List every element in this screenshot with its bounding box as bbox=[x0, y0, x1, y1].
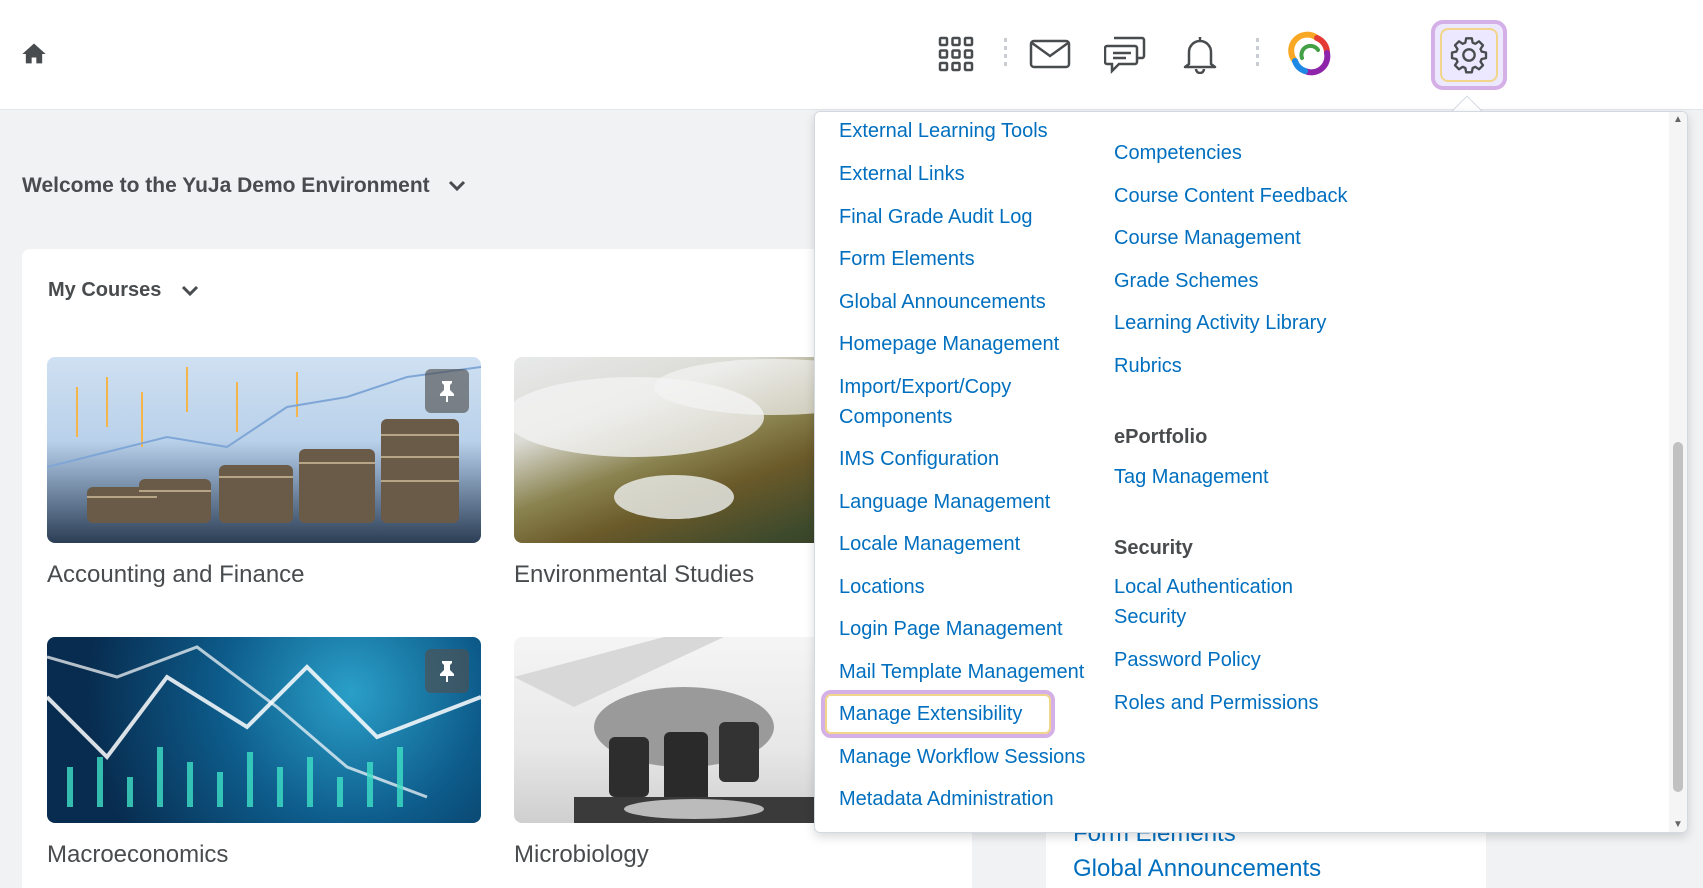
menu-link-locale-management[interactable]: Locale Management bbox=[839, 529, 1020, 559]
welcome-title: Welcome to the YuJa Demo Environment bbox=[22, 174, 430, 197]
mail-icon[interactable] bbox=[1026, 30, 1074, 78]
course-image bbox=[47, 637, 481, 823]
header-separator bbox=[1004, 38, 1007, 70]
course-tile[interactable]: Macroeconomics bbox=[47, 637, 481, 869]
pin-icon[interactable] bbox=[425, 649, 469, 693]
menu-link-local-authentication[interactable]: Local Authentication bbox=[1114, 572, 1293, 602]
chat-icon[interactable] bbox=[1101, 30, 1149, 78]
gear-icon bbox=[1450, 37, 1488, 74]
menu-link-password-policy[interactable]: Password Policy bbox=[1114, 645, 1261, 675]
menu-link-language-management[interactable]: Language Management bbox=[839, 487, 1050, 517]
menu-link-homepage-management[interactable]: Homepage Management bbox=[839, 329, 1059, 359]
menu-link-final-grade-audit-log[interactable]: Final Grade Audit Log bbox=[839, 202, 1032, 232]
header-separator bbox=[1256, 38, 1259, 70]
menu-link-manage-workflow-sessions[interactable]: Manage Workflow Sessions bbox=[839, 742, 1085, 772]
dropdown-scrollbar[interactable]: ▲ ▼ bbox=[1669, 112, 1687, 832]
bell-icon[interactable] bbox=[1176, 30, 1224, 78]
menu-link-course-content-feedback[interactable]: Course Content Feedback bbox=[1114, 181, 1347, 211]
menu-link-grade-schemes[interactable]: Grade Schemes bbox=[1114, 266, 1259, 296]
menu-link-ims-configuration[interactable]: IMS Configuration bbox=[839, 444, 999, 474]
eportfolio-heading: ePortfolio bbox=[1114, 426, 1208, 448]
course-image bbox=[47, 357, 481, 543]
menu-link-metadata-administration[interactable]: Metadata Administration bbox=[839, 784, 1054, 814]
scrollbar-thumb[interactable] bbox=[1673, 442, 1683, 792]
menu-link-form-elements[interactable]: Form Elements bbox=[839, 244, 975, 274]
pin-icon[interactable] bbox=[425, 369, 469, 413]
menu-link-import-export-copy-components[interactable]: Components bbox=[839, 402, 952, 432]
menu-link-roles-and-permissions[interactable]: Roles and Permissions bbox=[1114, 688, 1319, 718]
menu-link-manage-extensibility[interactable]: Manage Extensibility bbox=[839, 699, 1022, 729]
menu-link-learning-activity-library[interactable]: Learning Activity Library bbox=[1114, 308, 1326, 338]
yuja-logo-icon[interactable] bbox=[1286, 30, 1334, 78]
course-tile[interactable]: Accounting and Finance bbox=[47, 357, 481, 589]
home-icon[interactable] bbox=[20, 40, 48, 68]
menu-link-login-page-management[interactable]: Login Page Management bbox=[839, 614, 1063, 644]
org-homepage-title[interactable]: Welcome to the YuJa Demo Environment bbox=[22, 174, 466, 198]
my-courses-header[interactable]: My Courses bbox=[48, 279, 199, 302]
scroll-up-arrow[interactable]: ▲ bbox=[1673, 114, 1683, 125]
course-name[interactable]: Accounting and Finance bbox=[47, 561, 481, 589]
course-name[interactable]: Microbiology bbox=[514, 841, 948, 869]
menu-link-import-export-copy[interactable]: Import/Export/Copy bbox=[839, 372, 1011, 402]
course-name[interactable]: Macroeconomics bbox=[47, 841, 481, 869]
menu-link-competencies[interactable]: Competencies bbox=[1114, 138, 1242, 168]
menu-link-mail-template-management[interactable]: Mail Template Management bbox=[839, 657, 1084, 687]
menu-link-tag-management[interactable]: Tag Management bbox=[1114, 462, 1269, 492]
menu-link-course-management[interactable]: Course Management bbox=[1114, 223, 1301, 253]
menu-link-global-announcements[interactable]: Global Announcements bbox=[839, 287, 1046, 317]
scroll-down-arrow[interactable]: ▼ bbox=[1673, 819, 1683, 830]
menu-link-rubrics[interactable]: Rubrics bbox=[1114, 351, 1182, 381]
my-courses-title: My Courses bbox=[48, 279, 162, 301]
admin-tools-button[interactable] bbox=[1431, 20, 1507, 90]
behind-link-global-announcements[interactable]: Global Announcements bbox=[1073, 855, 1321, 883]
chevron-down-icon bbox=[182, 285, 199, 296]
menu-link-locations[interactable]: Locations bbox=[839, 572, 925, 602]
menu-link-external-learning-tools[interactable]: External Learning Tools bbox=[839, 116, 1048, 146]
top-navbar bbox=[0, 0, 1703, 110]
apps-grid-icon[interactable] bbox=[932, 30, 980, 78]
menu-link-local-authentication-security[interactable]: Security bbox=[1114, 602, 1186, 632]
chevron-down-icon bbox=[448, 180, 465, 192]
menu-link-external-links[interactable]: External Links bbox=[839, 159, 965, 189]
security-heading: Security bbox=[1114, 537, 1193, 559]
